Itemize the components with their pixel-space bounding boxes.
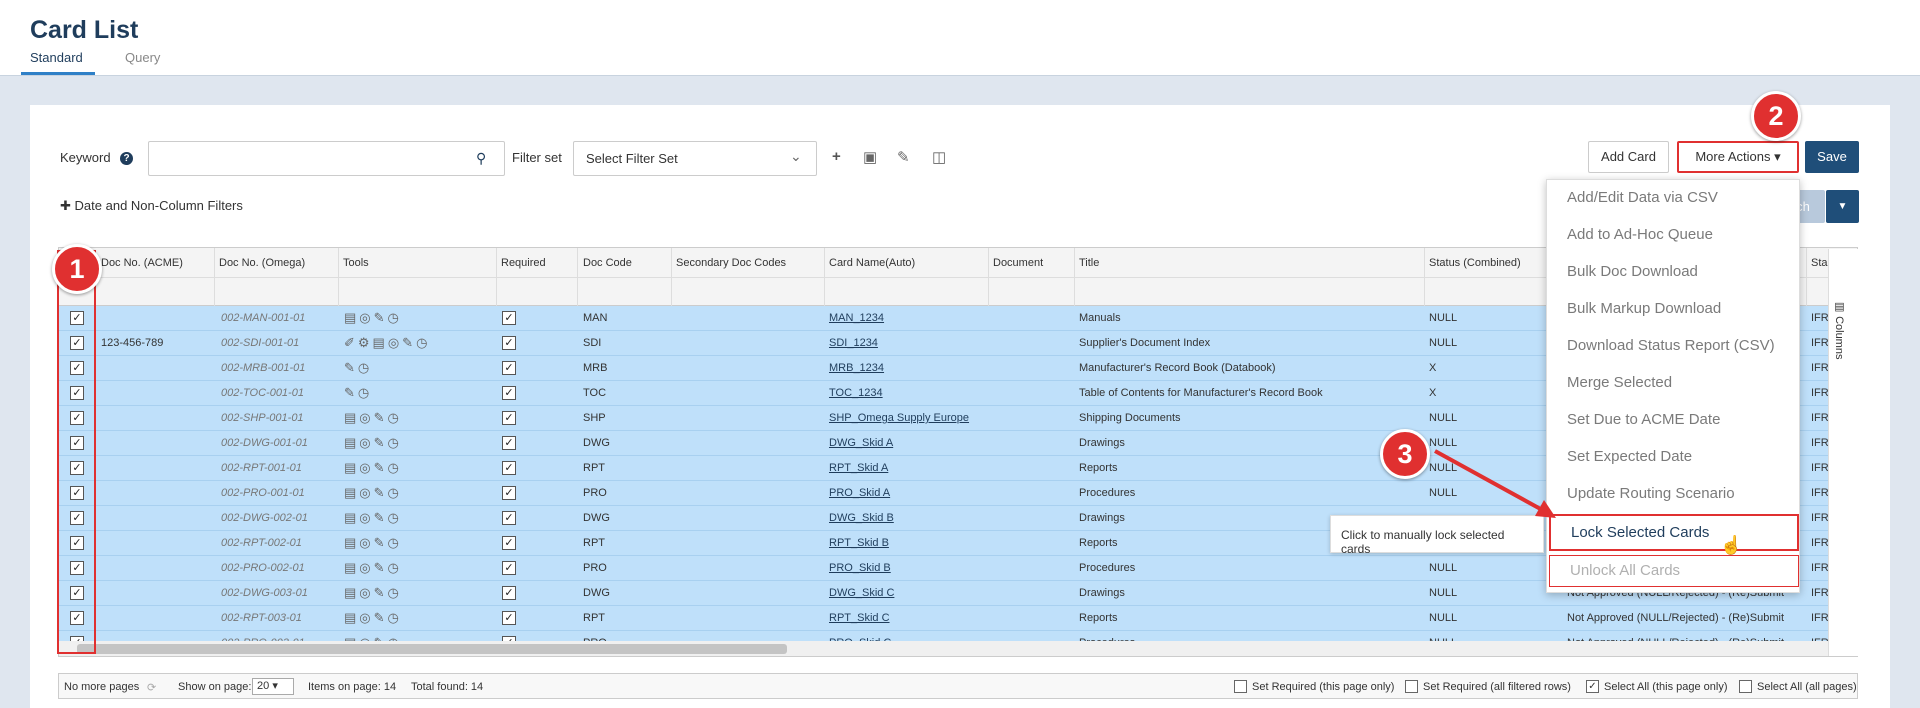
annotation-arrow bbox=[1434, 449, 1556, 518]
